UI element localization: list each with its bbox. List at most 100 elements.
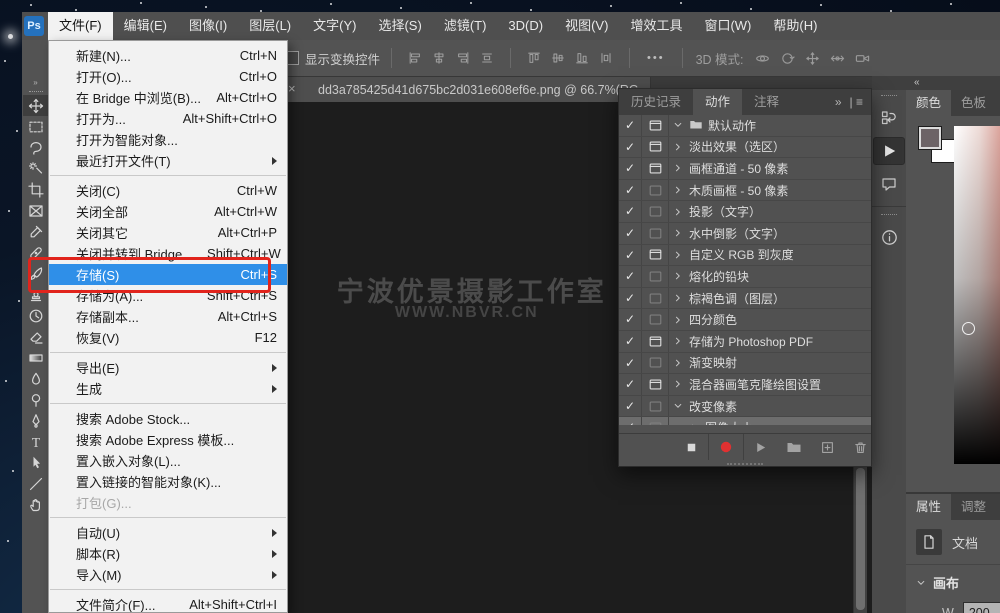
file-menu-item[interactable]: 置入链接的智能对象(K)... — [49, 471, 287, 492]
color-saturation-field[interactable] — [954, 126, 1000, 464]
eyedropper-tool[interactable] — [23, 221, 49, 242]
dialog-toggle-icon[interactable] — [642, 309, 669, 330]
history-brush-tool[interactable] — [23, 305, 49, 326]
pen-tool[interactable] — [23, 410, 49, 431]
file-menu-item[interactable]: 脚本(R) — [49, 543, 287, 564]
rectangular-marquee-tool[interactable] — [23, 116, 49, 137]
file-menu-item[interactable]: 文件简介(F)...Alt+Shift+Ctrl+I — [49, 594, 287, 613]
more-options-icon[interactable]: ••• — [647, 52, 665, 64]
action-toggle-check[interactable]: ✓ — [619, 353, 642, 374]
actions-panel-tab[interactable]: 注释 — [742, 89, 791, 115]
dialog-toggle-icon[interactable] — [642, 266, 669, 287]
file-menu-item[interactable]: 生成 — [49, 378, 287, 399]
panel-menu-icon[interactable]: | ≡ — [850, 89, 863, 115]
action-row[interactable]: ✓棕褐色调（图层） — [619, 288, 871, 310]
menubar-item[interactable]: 滤镜(T) — [433, 12, 498, 40]
file-menu-item[interactable]: 关闭全部Alt+Ctrl+W — [49, 201, 287, 222]
expand-arrow-right-icon[interactable] — [669, 358, 687, 368]
record-button[interactable] — [708, 434, 744, 460]
action-row[interactable]: ✓混合器画笔克隆绘图设置 — [619, 374, 871, 396]
menubar-item[interactable]: 编辑(E) — [113, 12, 178, 40]
panel-resize-grip[interactable] — [727, 463, 763, 465]
gradient-tool[interactable] — [23, 347, 49, 368]
dialog-toggle-icon[interactable] — [642, 353, 669, 374]
expand-arrow-right-icon[interactable] — [669, 250, 687, 260]
action-row[interactable]: ✓存储为 Photoshop PDF — [619, 331, 871, 353]
action-toggle-check[interactable]: ✓ — [619, 266, 642, 287]
expand-arrow-right-icon[interactable] — [669, 163, 687, 173]
dialog-toggle-icon[interactable] — [642, 180, 669, 201]
align-vertical-centers-icon[interactable] — [551, 51, 565, 65]
expand-arrow-down-icon[interactable] — [669, 401, 687, 411]
action-row[interactable]: ✓木质画框 - 50 像素 — [619, 180, 871, 202]
action-toggle-check[interactable]: ✓ — [619, 288, 642, 309]
action-row[interactable]: ✓熔化的铅块 — [619, 266, 871, 288]
move-tool[interactable] — [23, 95, 49, 116]
action-toggle-check[interactable]: ✓ — [619, 374, 642, 395]
action-toggle-check[interactable]: ✓ — [619, 137, 642, 158]
new-folder-button[interactable] — [777, 434, 811, 460]
new-action-button[interactable] — [811, 434, 844, 460]
actions-panel-tab[interactable]: 历史记录 — [619, 89, 693, 115]
actions-panel-tab[interactable]: 动作 — [693, 89, 742, 115]
dock-grip[interactable] — [881, 214, 897, 215]
expand-arrow-right-icon[interactable] — [669, 271, 687, 281]
align-right-edges-icon[interactable] — [456, 51, 470, 65]
properties-panel-tab[interactable]: 属性 — [906, 494, 951, 520]
history-panel-button[interactable] — [874, 105, 904, 131]
file-menu-item[interactable]: 打开(O)...Ctrl+O — [49, 66, 287, 87]
dodge-tool[interactable] — [23, 389, 49, 410]
file-menu-item[interactable]: 自动(U) — [49, 522, 287, 543]
menubar-item[interactable]: 图层(L) — [238, 12, 302, 40]
expand-arrow-right-icon[interactable] — [669, 293, 687, 303]
distribute-horizontal-icon[interactable] — [480, 51, 494, 65]
file-menu-item[interactable]: 关闭其它Alt+Ctrl+P — [49, 222, 287, 243]
menubar-item[interactable]: 窗口(W) — [693, 12, 762, 40]
orbit-3d-camera-icon[interactable] — [755, 51, 770, 66]
play-button[interactable] — [744, 434, 777, 460]
document-tab-title[interactable]: dd3a785425d41d675bc2d031e608ef6e.png @ 6… — [318, 83, 639, 97]
action-row[interactable]: ✓四分颜色 — [619, 309, 871, 331]
action-toggle-check[interactable]: ✓ — [619, 417, 642, 425]
expand-arrow-down-icon[interactable] — [669, 120, 687, 130]
file-menu-item[interactable]: 搜索 Adobe Express 模板... — [49, 429, 287, 450]
action-row[interactable]: ✓画框通道 - 50 像素 — [619, 158, 871, 180]
file-menu-item[interactable]: 最近打开文件(T) — [49, 150, 287, 171]
dialog-toggle-icon[interactable] — [642, 331, 669, 352]
file-menu-item[interactable]: 存储副本...Alt+Ctrl+S — [49, 306, 287, 327]
pan-3d-camera-icon[interactable] — [805, 51, 820, 66]
expand-arrow-right-icon[interactable] — [669, 207, 687, 217]
expand-arrow-right-icon[interactable] — [669, 379, 687, 389]
action-row[interactable]: ✓渐变映射 — [619, 353, 871, 375]
file-menu-item[interactable]: 在 Bridge 中浏览(B)...Alt+Ctrl+O — [49, 87, 287, 108]
file-menu-item[interactable]: 导入(M) — [49, 564, 287, 585]
toolbar-grip[interactable] — [29, 91, 43, 92]
magic-wand-tool[interactable] — [23, 158, 49, 179]
expand-arrow-right-icon[interactable] — [685, 423, 703, 425]
canvas-width-input[interactable] — [963, 602, 1000, 613]
actions-panel-button[interactable] — [873, 137, 905, 165]
action-toggle-check[interactable]: ✓ — [619, 245, 642, 266]
action-row[interactable]: ✓默认动作 — [619, 115, 871, 137]
dialog-toggle-icon[interactable] — [642, 288, 669, 309]
action-toggle-check[interactable]: ✓ — [619, 158, 642, 179]
notes-panel-button[interactable] — [874, 171, 904, 197]
menubar-item[interactable]: 帮助(H) — [762, 12, 828, 40]
menubar-item[interactable]: 3D(D) — [497, 12, 554, 40]
eraser-tool[interactable] — [23, 326, 49, 347]
file-menu-item[interactable]: 新建(N)...Ctrl+N — [49, 45, 287, 66]
stop-button[interactable] — [675, 434, 708, 460]
file-menu-item[interactable]: 置入嵌入对象(L)... — [49, 450, 287, 471]
dialog-toggle-icon[interactable] — [642, 396, 669, 417]
action-row[interactable]: ✓水中倒影（文字） — [619, 223, 871, 245]
action-row[interactable]: ✓自定义 RGB 到灰度 — [619, 245, 871, 267]
toolbar-flyout-icon[interactable]: » — [33, 78, 38, 87]
foreground-color-swatch[interactable] — [918, 126, 942, 150]
menubar-item[interactable]: 文字(Y) — [302, 12, 367, 40]
file-menu-item[interactable]: 关闭(C)Ctrl+W — [49, 180, 287, 201]
tab-close-icon[interactable]: × — [288, 81, 296, 96]
roll-3d-camera-icon[interactable] — [780, 51, 795, 66]
file-menu-item[interactable]: 打开为...Alt+Shift+Ctrl+O — [49, 108, 287, 129]
collapse-panels-icon[interactable]: « — [914, 77, 920, 88]
dialog-toggle-icon[interactable] — [642, 374, 669, 395]
